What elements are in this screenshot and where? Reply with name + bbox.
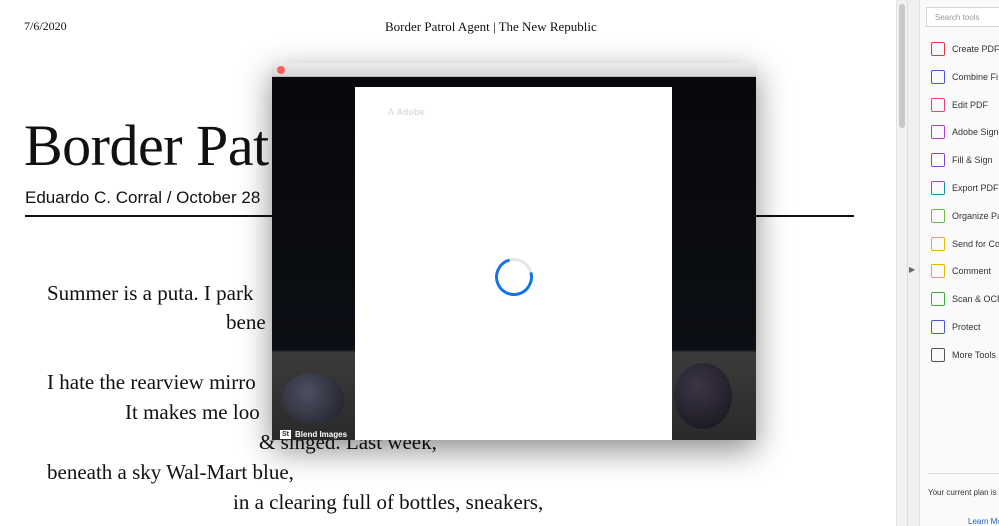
tool-protect[interactable]: Protect (931, 319, 981, 335)
create-pdf-icon (931, 42, 945, 56)
poem-line: It makes me loo (125, 400, 260, 424)
print-title: Border Patrol Agent | The New Republic (385, 19, 597, 34)
poem-line: Summer is a puta. I park (47, 281, 254, 305)
tool-adobe-sign[interactable]: Adobe Sign (931, 124, 999, 140)
search-tools-input[interactable]: Search tools (926, 7, 999, 27)
loading-spinner-icon (488, 251, 540, 303)
tool-export-pdf[interactable]: Export PDF (931, 180, 999, 196)
organize-pages-icon (931, 208, 945, 223)
loading-card: Λ Adobe (355, 87, 672, 440)
article-headline: Border Pat (24, 113, 269, 178)
loading-dialog: St Blend Images Λ Adobe (272, 63, 756, 440)
tool-label: Create PDF (952, 44, 999, 54)
tool-create-pdf[interactable]: Create PDF (931, 41, 999, 57)
tool-label: Edit PDF (952, 99, 989, 110)
plan-text: Your current plan is C (928, 488, 999, 497)
tool-comment[interactable]: Comment (931, 263, 991, 279)
export-pdf-icon (931, 181, 945, 195)
send-for-comments-icon (931, 236, 945, 251)
adobe-stock-icon: St (280, 430, 291, 439)
tool-label: Fill & Sign (952, 155, 993, 166)
tool-more-tools[interactable]: More Tools (931, 347, 996, 363)
scrollbar[interactable] (896, 0, 907, 526)
tool-label: Comment (952, 266, 992, 277)
tool-combine-files[interactable]: Combine Fi (931, 69, 998, 85)
credit-text: Blend Images (295, 430, 348, 439)
tool-edit-pdf[interactable]: Edit PDF (931, 97, 988, 113)
comment-icon (931, 264, 945, 279)
collapse-pane-handle[interactable]: ▶ (907, 0, 919, 526)
adobe-sign-icon (931, 125, 945, 140)
tool-label: Protect (952, 322, 981, 332)
chevron-right-icon[interactable]: ▶ (909, 265, 915, 274)
adobe-wordmark: Adobe (396, 107, 425, 117)
tool-organize-pages[interactable]: Organize Pa (931, 208, 999, 224)
adobe-logo: Λ Adobe (388, 107, 425, 117)
poem-line: bene (226, 310, 266, 334)
combine-files-icon (931, 69, 945, 84)
poem-line: I hate the rearview mirro (47, 370, 256, 394)
tool-label: Organize Pa (952, 210, 999, 221)
tool-label: Scan & OCR (952, 294, 999, 305)
dialog-titlebar (272, 63, 756, 77)
tool-label: More Tools (952, 349, 996, 360)
tool-label: Export PDF (952, 183, 999, 193)
tool-scan-ocr[interactable]: Scan & OCR (931, 291, 999, 307)
protect-icon (931, 320, 945, 334)
tool-fill-sign[interactable]: Fill & Sign (931, 152, 993, 168)
scrollbar-thumb[interactable] (899, 4, 905, 128)
tool-label: Send for Co (952, 238, 999, 249)
learn-more-link[interactable]: Learn Mo (968, 517, 999, 526)
poem-line: beneath a sky Wal-Mart blue, (47, 460, 294, 484)
fig-image (282, 373, 344, 423)
tools-pane: Search tools Create PDF Combine Fi Edit PD… (919, 0, 999, 526)
edit-pdf-icon (931, 97, 945, 112)
stock-credit: St Blend Images (280, 430, 347, 439)
fig-image (674, 363, 732, 429)
tool-label: Adobe Sign (952, 127, 999, 138)
print-date: 7/6/2020 (24, 19, 67, 33)
more-tools-icon (931, 347, 945, 362)
scan-ocr-icon (931, 292, 945, 307)
byline: Eduardo C. Corral / October 28 (25, 188, 261, 207)
poem-line: in a clearing full of bottles, sneakers, (233, 490, 544, 514)
tool-label: Combine Fi (952, 71, 999, 82)
fill-sign-icon (931, 153, 945, 168)
divider (928, 473, 999, 474)
close-button[interactable] (277, 66, 285, 74)
tool-send-for-comments[interactable]: Send for Co (931, 236, 999, 252)
